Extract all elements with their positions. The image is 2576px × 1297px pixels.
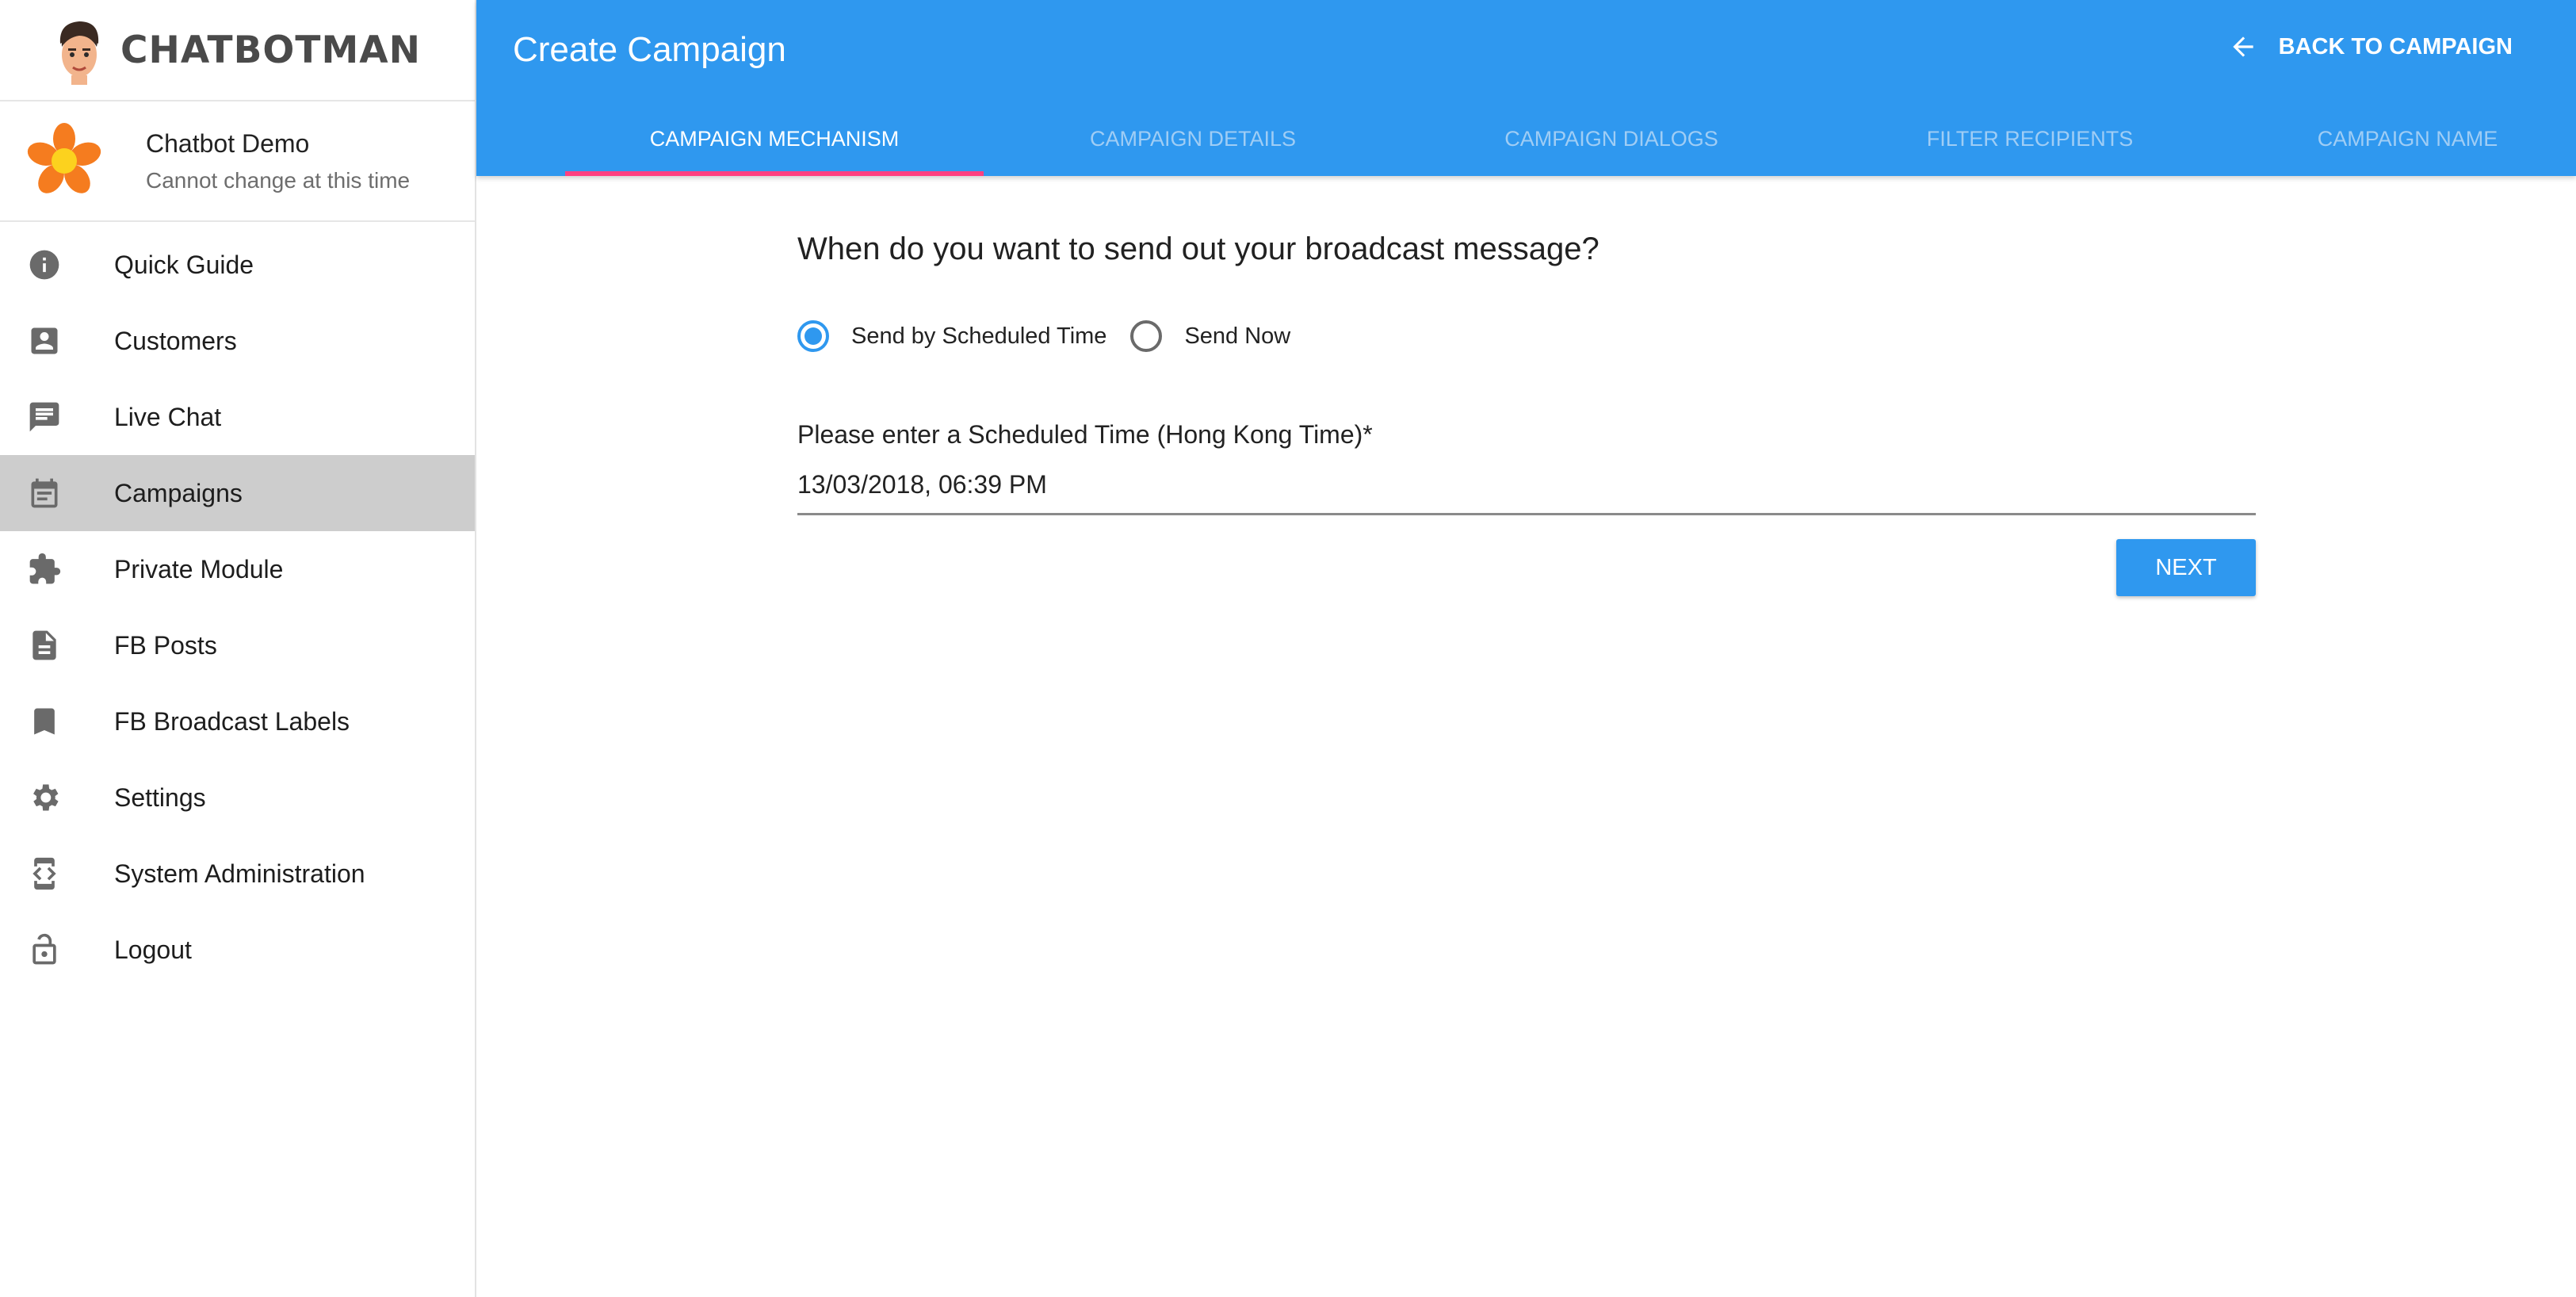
sidebar-item-label: Quick Guide — [114, 250, 254, 279]
back-to-campaign-button[interactable]: BACK TO CAMPAIGN — [2228, 32, 2513, 62]
sidebar: CHATBOTMAN Chatbot Demo Cannot change at… — [0, 0, 476, 1297]
radio-unchecked-icon — [1130, 320, 1163, 352]
sidebar-item-fb-broadcast-labels[interactable]: FB Broadcast Labels — [0, 683, 475, 759]
send-mode-radio-group: Send by Scheduled Time Send Now — [797, 320, 1314, 352]
sidebar-item-live-chat[interactable]: Live Chat — [0, 379, 475, 455]
sidebar-item-customers[interactable]: Customers — [0, 303, 475, 379]
campaign-steps-tabs: CAMPAIGN MECHANISM CAMPAIGN DETAILS CAMP… — [476, 101, 2576, 176]
account-subtitle: Cannot change at this time — [146, 167, 411, 193]
brand-header[interactable]: CHATBOTMAN — [0, 0, 475, 101]
scheduled-time-input[interactable] — [797, 466, 2256, 515]
calendar-icon — [22, 471, 67, 515]
account-name: Chatbot Demo — [146, 128, 310, 158]
brand-name: CHATBOTMAN — [120, 28, 421, 72]
gear-icon — [22, 775, 67, 820]
sidebar-item-private-module[interactable]: Private Module — [0, 531, 475, 607]
chat-icon — [22, 395, 67, 439]
sidebar-item-label: Customers — [114, 326, 237, 355]
puzzle-icon — [22, 547, 67, 591]
radio-label: Send Now — [1184, 323, 1291, 349]
sidebar-item-label: FB Broadcast Labels — [114, 706, 350, 736]
sidebar-item-logout[interactable]: Logout — [0, 912, 475, 988]
developer-mode-icon — [22, 851, 67, 896]
next-button[interactable]: NEXT — [2116, 539, 2256, 596]
sidebar-item-system-administration[interactable]: System Administration — [0, 836, 475, 912]
tab-campaign-name[interactable]: CAMPAIGN NAME — [2239, 101, 2576, 176]
tab-campaign-dialogs[interactable]: CAMPAIGN DIALOGS — [1402, 101, 1821, 176]
sidebar-item-label: System Administration — [114, 859, 365, 888]
sidebar-item-fb-posts[interactable]: FB Posts — [0, 607, 475, 683]
sidebar-item-campaigns[interactable]: Campaigns — [0, 455, 475, 531]
lock-open-icon — [22, 928, 67, 972]
flower-avatar-icon — [27, 123, 101, 193]
scheduled-time-label: Please enter a Scheduled Time (Hong Kong… — [797, 420, 1373, 449]
info-icon — [22, 243, 67, 287]
tab-campaign-details[interactable]: CAMPAIGN DETAILS — [984, 101, 1402, 176]
sidebar-item-label: FB Posts — [114, 630, 217, 660]
sidebar-item-label: Campaigns — [114, 478, 243, 507]
sidebar-item-label: Private Module — [114, 554, 284, 583]
arrow-back-icon — [2232, 36, 2253, 57]
tab-filter-recipients[interactable]: FILTER RECIPIENTS — [1821, 101, 2239, 176]
back-to-campaign-label: BACK TO CAMPAIGN — [2278, 33, 2513, 59]
account-panel: Chatbot Demo Cannot change at this time — [0, 101, 475, 222]
schedule-question: When do you want to send out your broadc… — [797, 231, 1599, 266]
sidebar-item-settings[interactable]: Settings — [0, 759, 475, 836]
bookmark-icon — [22, 699, 67, 744]
radio-send-scheduled[interactable]: Send by Scheduled Time — [797, 320, 1106, 352]
sidebar-item-quick-guide[interactable]: Quick Guide — [0, 227, 475, 303]
radio-send-now[interactable]: Send Now — [1130, 320, 1290, 352]
sidebar-item-label: Live Chat — [114, 402, 222, 431]
radio-label: Send by Scheduled Time — [851, 323, 1107, 349]
chatbotman-logo-icon — [59, 21, 99, 85]
sidebar-item-label: Logout — [114, 935, 192, 964]
app-bar: Create Campaign BACK TO CAMPAIGN CAMPAIG… — [476, 0, 2576, 176]
tab-campaign-mechanism[interactable]: CAMPAIGN MECHANISM — [565, 101, 984, 176]
sidebar-nav: Quick Guide Customers Live Chat Campaign… — [0, 222, 475, 988]
document-icon — [22, 623, 67, 668]
active-tab-indicator — [565, 171, 984, 176]
page-title: Create Campaign — [513, 30, 786, 69]
sidebar-item-label: Settings — [114, 782, 206, 812]
contact-card-icon — [22, 319, 67, 363]
radio-checked-icon — [797, 320, 829, 352]
